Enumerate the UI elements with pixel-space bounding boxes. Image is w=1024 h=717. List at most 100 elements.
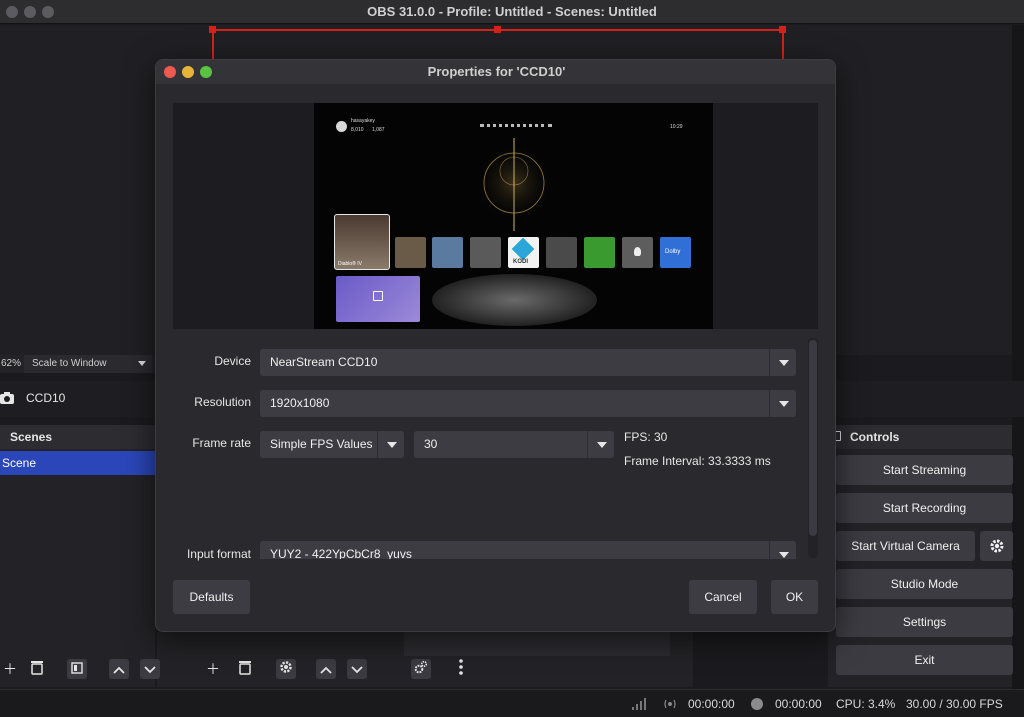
move-scene-down-button[interactable]: [140, 659, 160, 679]
console-clock: 10:29: [670, 124, 683, 130]
source-properties-button[interactable]: [276, 659, 296, 679]
app-tile-gamepass[interactable]: [584, 237, 615, 268]
add-source-button[interactable]: ＋: [203, 659, 223, 679]
scene-filters-button[interactable]: [67, 659, 87, 679]
kodi-icon: [511, 237, 535, 261]
framerate-value-select[interactable]: 30: [414, 431, 614, 458]
elden-ring-emblem: [474, 138, 554, 231]
scale-mode-value: Scale to Window: [32, 358, 107, 369]
chevron-up-icon: [320, 666, 332, 674]
device-select[interactable]: NearStream CCD10: [260, 349, 796, 376]
game-tile[interactable]: [470, 237, 501, 268]
start-recording-button[interactable]: Start Recording: [836, 493, 1013, 523]
framerate-mode-select[interactable]: Simple FPS Values: [260, 431, 404, 458]
game-tile[interactable]: [432, 237, 463, 268]
preview-scale-bar: 62% Scale to Window: [0, 355, 160, 373]
signal-strength-icon: [632, 698, 646, 710]
tile-title: KODI: [513, 259, 528, 265]
lightbulb-icon: [634, 247, 641, 256]
record-status-icon: [751, 698, 763, 710]
console-home-screen: hasayakey 8,010 1,087 10:29 Diablo® IV K…: [314, 103, 713, 329]
input-format-value: YUY2 - 422YpCbCr8_yuvs: [270, 547, 412, 559]
gear-icon: [990, 539, 1003, 553]
stone-platform: [432, 274, 597, 326]
store-icon: [373, 291, 383, 301]
dialog-minimize-button[interactable]: [182, 66, 194, 78]
dialog-title: Properties for 'CCD10': [427, 64, 566, 79]
game-tile[interactable]: [546, 237, 577, 268]
start-streaming-button[interactable]: Start Streaming: [836, 455, 1013, 485]
mixer-menu-button[interactable]: [451, 659, 471, 679]
chevron-down-icon: [138, 361, 146, 366]
frame-interval-info: Frame Interval: 33.3333 ms: [624, 454, 771, 468]
zoom-label: 62%: [1, 358, 22, 369]
mixer-settings-button[interactable]: [411, 659, 431, 679]
console-username: hasayakey: [351, 118, 375, 124]
minimize-window-button[interactable]: [24, 6, 36, 18]
input-format-label: Input format: [186, 547, 251, 561]
avatar: [336, 121, 347, 132]
input-format-select[interactable]: YUY2 - 422YpCbCr8_yuvs: [260, 541, 796, 559]
console-nav-icons: [480, 124, 552, 129]
add-scene-button[interactable]: ＋: [0, 659, 20, 679]
resize-handle[interactable]: [209, 26, 216, 33]
resolution-value: 1920x1080: [270, 396, 330, 410]
chevron-down-icon: [587, 431, 614, 458]
remove-source-button[interactable]: [235, 659, 255, 679]
device-label: Device: [214, 354, 251, 368]
app-tile-kodi[interactable]: KODI: [508, 237, 539, 268]
mixer-dock-strip: [404, 632, 670, 656]
console-gamerscore: 8,010: [351, 127, 364, 133]
game-tile[interactable]: [395, 237, 426, 268]
virtual-camera-settings-button[interactable]: [980, 531, 1013, 561]
trash-icon: [239, 661, 251, 675]
resize-handle[interactable]: [494, 26, 501, 33]
app-tile-dolby[interactable]: Dolby: [660, 237, 691, 268]
fps-readout: 30.00 / 30.00 FPS: [906, 697, 1003, 711]
camera-icon: [0, 392, 14, 404]
framerate-mode-value: Simple FPS Values: [270, 437, 373, 451]
record-duration: 00:00:00: [775, 697, 822, 711]
scenes-dock: Scenes Scene: [0, 425, 155, 687]
cancel-button[interactable]: Cancel: [689, 580, 757, 614]
app-tile-tips[interactable]: [622, 237, 653, 268]
game-tile-diablo[interactable]: Diablo® IV: [334, 214, 390, 270]
move-source-down-button[interactable]: [347, 659, 367, 679]
close-window-button[interactable]: [6, 6, 18, 18]
capture-preview: hasayakey 8,010 1,087 10:29 Diablo® IV K…: [173, 103, 818, 329]
move-source-up-button[interactable]: [316, 659, 336, 679]
exit-button[interactable]: Exit: [836, 645, 1013, 675]
dialog-titlebar: Properties for 'CCD10': [156, 60, 835, 84]
scene-list-item[interactable]: Scene: [0, 451, 155, 475]
zoom-window-button[interactable]: [42, 6, 54, 18]
dialog-zoom-button[interactable]: [200, 66, 212, 78]
scrollbar-thumb[interactable]: [809, 340, 817, 536]
framerate-value: 30: [424, 437, 438, 451]
gear-icon: [280, 661, 292, 673]
source-name: CCD10: [26, 391, 66, 405]
window-title: OBS 31.0.0 - Profile: Untitled - Scenes:…: [367, 4, 657, 19]
studio-mode-button[interactable]: Studio Mode: [836, 569, 1013, 599]
start-virtual-camera-button[interactable]: Start Virtual Camera: [836, 531, 975, 561]
cpu-usage: CPU: 3.4%: [836, 697, 896, 711]
chevron-down-icon: [769, 349, 796, 376]
dialog-close-button[interactable]: [164, 66, 176, 78]
defaults-button[interactable]: Defaults: [173, 580, 250, 614]
filter-icon: [71, 662, 83, 674]
window-titlebar: OBS 31.0.0 - Profile: Untitled - Scenes:…: [0, 0, 1024, 24]
settings-button[interactable]: Settings: [836, 607, 1013, 637]
store-tile[interactable]: [336, 276, 420, 322]
move-scene-up-button[interactable]: [109, 659, 129, 679]
tile-title: Dolby: [665, 249, 681, 255]
remove-scene-button[interactable]: [27, 659, 47, 679]
streaming-icon: [664, 699, 676, 709]
background-window-strip: [1012, 25, 1024, 715]
ok-button[interactable]: OK: [771, 580, 818, 614]
resolution-select[interactable]: 1920x1080: [260, 390, 796, 417]
framerate-label: Frame rate: [192, 436, 251, 450]
resize-handle[interactable]: [779, 26, 786, 33]
scale-mode-select[interactable]: Scale to Window: [24, 355, 152, 373]
properties-dialog: Properties for 'CCD10' hasayakey 8,010 1…: [155, 59, 836, 632]
tile-title: Diablo® IV: [338, 261, 362, 267]
more-vertical-icon: [459, 659, 463, 675]
